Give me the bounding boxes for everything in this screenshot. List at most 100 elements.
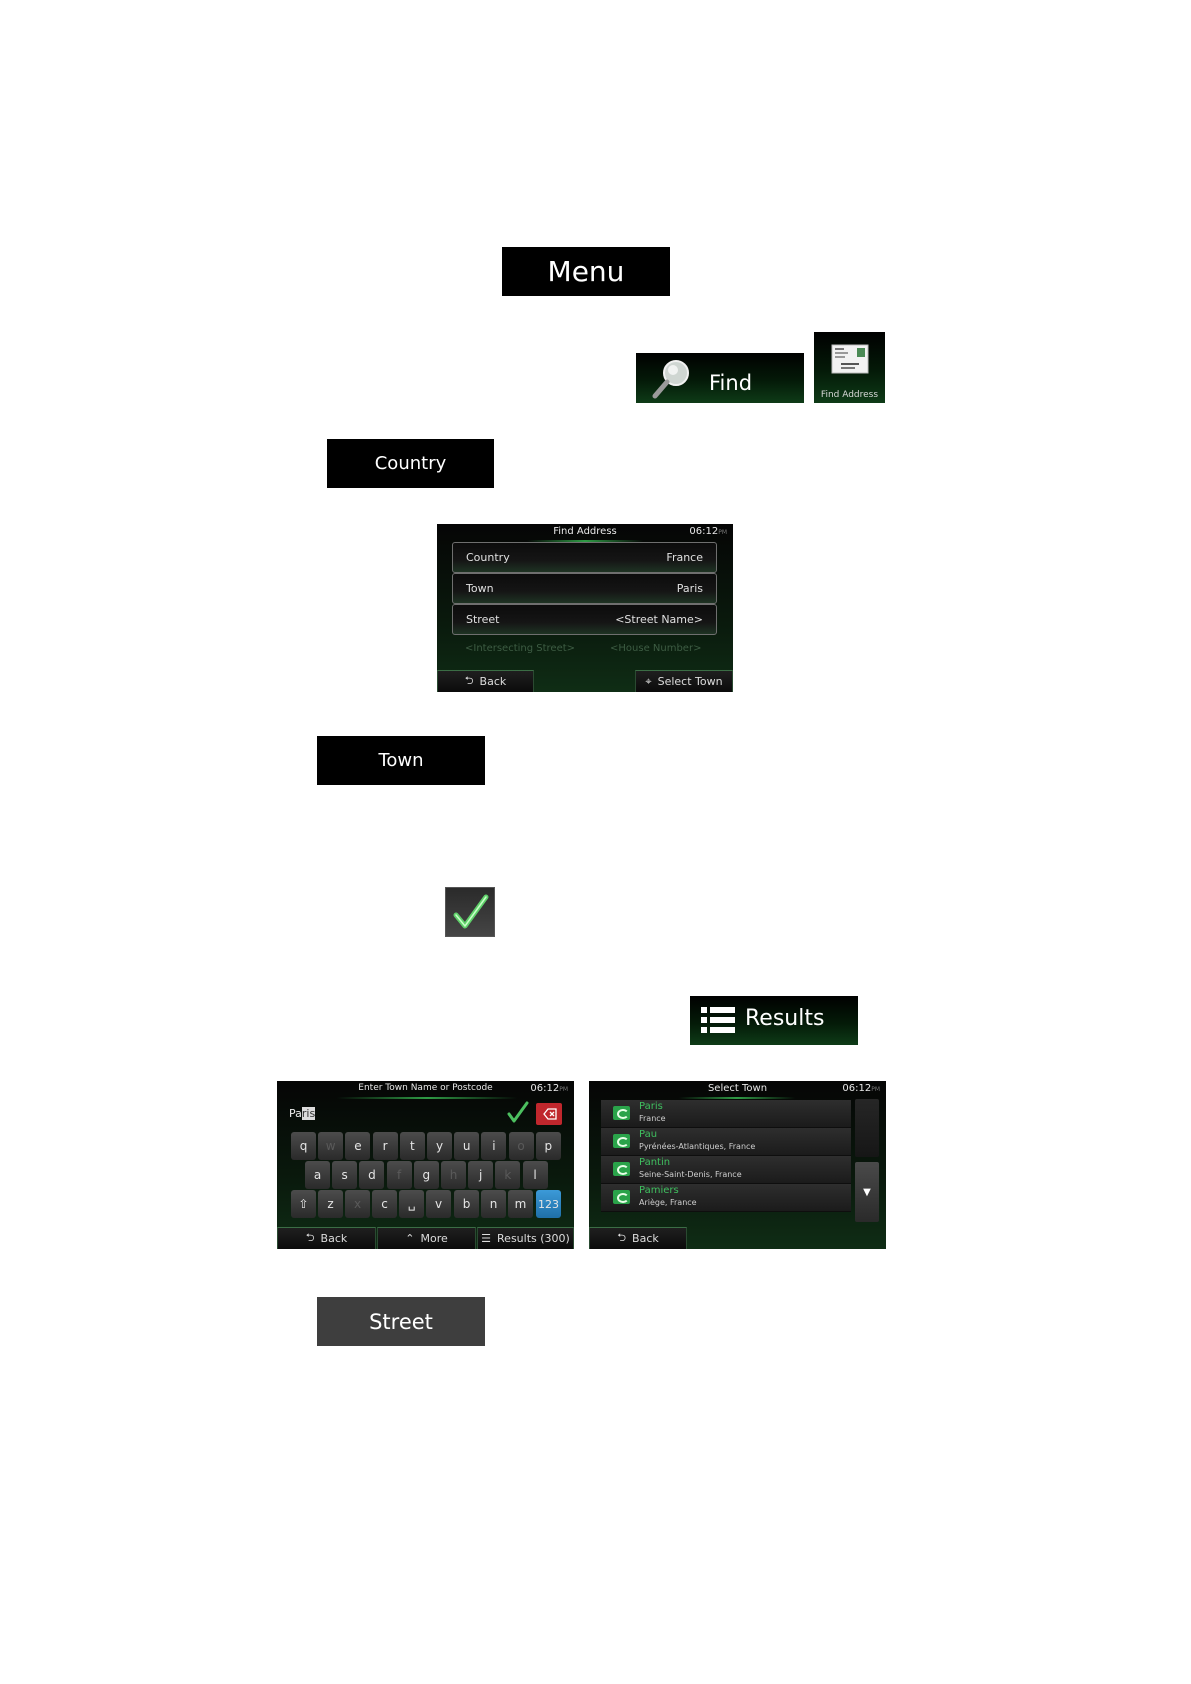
field-label: <Intersecting Street> xyxy=(465,643,576,654)
clock: 06:12PM xyxy=(842,1083,880,1094)
street-button[interactable]: Street xyxy=(317,1297,485,1346)
find-address-label: Find Address xyxy=(820,390,879,400)
space-key[interactable]: ␣ xyxy=(399,1190,424,1218)
clock: 06:12PM xyxy=(689,526,727,537)
list-icon xyxy=(701,1007,735,1037)
more-label: More xyxy=(420,1232,448,1245)
checkmark-icon[interactable] xyxy=(507,1101,529,1129)
delete-icon[interactable] xyxy=(536,1103,562,1125)
key-b[interactable]: b xyxy=(454,1190,479,1218)
field-value: <Street Name> xyxy=(615,613,703,626)
typed-text: Pa xyxy=(289,1107,302,1120)
back-arrow-icon: ⮌ xyxy=(464,674,474,687)
title-underline xyxy=(679,1097,795,1099)
town-button[interactable]: Town xyxy=(317,736,485,785)
results-button-label: Results xyxy=(745,1006,825,1031)
country-button[interactable]: Country xyxy=(327,439,494,488)
key-x[interactable]: x xyxy=(345,1190,370,1218)
town-name: Paris xyxy=(639,1101,663,1112)
more-button[interactable]: ⌃ More xyxy=(377,1227,476,1249)
menu-button[interactable]: Menu xyxy=(502,247,670,296)
town-region: Seine-Saint-Denis, France xyxy=(639,1170,742,1179)
key-r[interactable]: r xyxy=(372,1132,398,1160)
back-label: Back xyxy=(320,1232,348,1245)
street-field[interactable]: Street <Street Name> xyxy=(452,604,717,635)
key-a[interactable]: a xyxy=(305,1161,330,1189)
key-j[interactable]: j xyxy=(468,1161,494,1189)
suggested-text: ris xyxy=(301,1107,316,1120)
house-number-field: <House Number> xyxy=(597,635,719,666)
field-label: Country xyxy=(466,551,510,564)
find-button[interactable]: Find xyxy=(636,353,804,403)
scroll-up-button[interactable] xyxy=(855,1099,879,1157)
find-address-screen: Find Address 06:12PM Country France Town… xyxy=(437,524,733,692)
list-item[interactable]: Pamiers Ariège, France xyxy=(601,1184,851,1212)
country-button-label: Country xyxy=(374,453,447,474)
confirm-button[interactable] xyxy=(445,887,495,937)
town-name: Pamiers xyxy=(639,1185,679,1196)
select-town-button[interactable]: ⌖ Select Town xyxy=(635,670,733,692)
town-icon xyxy=(613,1106,630,1120)
key-w[interactable]: w xyxy=(318,1132,344,1160)
back-label: Back xyxy=(632,1232,659,1245)
find-button-label: Find xyxy=(709,371,753,395)
field-label: Town xyxy=(466,582,494,595)
back-button[interactable]: ⮌ Back xyxy=(437,670,534,692)
list-item[interactable]: Paris France xyxy=(601,1100,851,1128)
key-n[interactable]: n xyxy=(481,1190,506,1218)
list-icon: ☰ xyxy=(481,1232,492,1245)
town-icon xyxy=(613,1162,630,1176)
street-button-label: Street xyxy=(369,1309,433,1334)
results-count-button[interactable]: ☰ Results (300) xyxy=(477,1227,574,1249)
field-value: France xyxy=(666,551,703,564)
back-arrow-icon: ⮌ xyxy=(305,1231,315,1244)
back-button[interactable]: ⮌ Back xyxy=(277,1227,376,1249)
key-v[interactable]: v xyxy=(426,1190,451,1218)
key-d[interactable]: d xyxy=(359,1161,385,1189)
menu-button-label: Menu xyxy=(547,255,625,288)
select-town-screen: Select Town 06:12PM Paris France Pau Pyréné… xyxy=(589,1081,886,1249)
shift-key[interactable]: ⇧ xyxy=(291,1190,316,1218)
back-button[interactable]: ⮌ Back xyxy=(589,1227,687,1249)
town-region: Ariège, France xyxy=(639,1198,697,1207)
key-u[interactable]: u xyxy=(454,1132,480,1160)
town-region: France xyxy=(639,1114,666,1123)
key-p[interactable]: p xyxy=(535,1132,561,1160)
key-t[interactable]: t xyxy=(399,1132,425,1160)
town-region: Pyrénées-Atlantiques, France xyxy=(639,1142,756,1151)
list-item[interactable]: Pau Pyrénées-Atlantiques, France xyxy=(601,1128,851,1156)
key-h[interactable]: h xyxy=(441,1161,466,1189)
key-i[interactable]: i xyxy=(481,1132,507,1160)
checkmark-icon xyxy=(453,893,489,937)
keyboard-screen: Enter Town Name or Postcode 06:12PM Pari… xyxy=(277,1081,574,1249)
key-s[interactable]: s xyxy=(332,1161,358,1189)
town-field[interactable]: Town Paris xyxy=(452,573,717,604)
scroll-down-button[interactable]: ▼ xyxy=(855,1162,879,1222)
key-z[interactable]: z xyxy=(318,1190,343,1218)
town-icon xyxy=(613,1190,630,1204)
key-q[interactable]: q xyxy=(291,1132,316,1160)
intersecting-street-field: <Intersecting Street> xyxy=(452,635,592,666)
key-o[interactable]: o xyxy=(508,1132,534,1160)
numeric-key[interactable]: 123 xyxy=(536,1190,561,1218)
town-button-label: Town xyxy=(378,750,424,771)
key-f[interactable]: f xyxy=(386,1161,412,1189)
select-town-label: Select Town xyxy=(657,675,723,688)
country-field[interactable]: Country France xyxy=(452,542,717,573)
address-card-icon xyxy=(831,344,869,374)
back-label: Back xyxy=(479,675,507,688)
town-icon xyxy=(613,1134,630,1148)
crosshair-icon: ⌖ xyxy=(645,674,652,688)
results-button[interactable]: Results xyxy=(690,996,858,1045)
key-g[interactable]: g xyxy=(413,1161,439,1189)
key-c[interactable]: c xyxy=(372,1190,397,1218)
search-input[interactable]: Paris xyxy=(289,1107,316,1120)
list-item[interactable]: Pantin Seine-Saint-Denis, France xyxy=(601,1156,851,1184)
key-e[interactable]: e xyxy=(345,1132,371,1160)
results-count-label: Results (300) xyxy=(497,1232,570,1245)
key-k[interactable]: k xyxy=(495,1161,521,1189)
key-l[interactable]: l xyxy=(522,1161,548,1189)
key-y[interactable]: y xyxy=(427,1132,452,1160)
key-m[interactable]: m xyxy=(508,1190,533,1218)
find-address-tile[interactable]: Find Address xyxy=(814,332,885,403)
